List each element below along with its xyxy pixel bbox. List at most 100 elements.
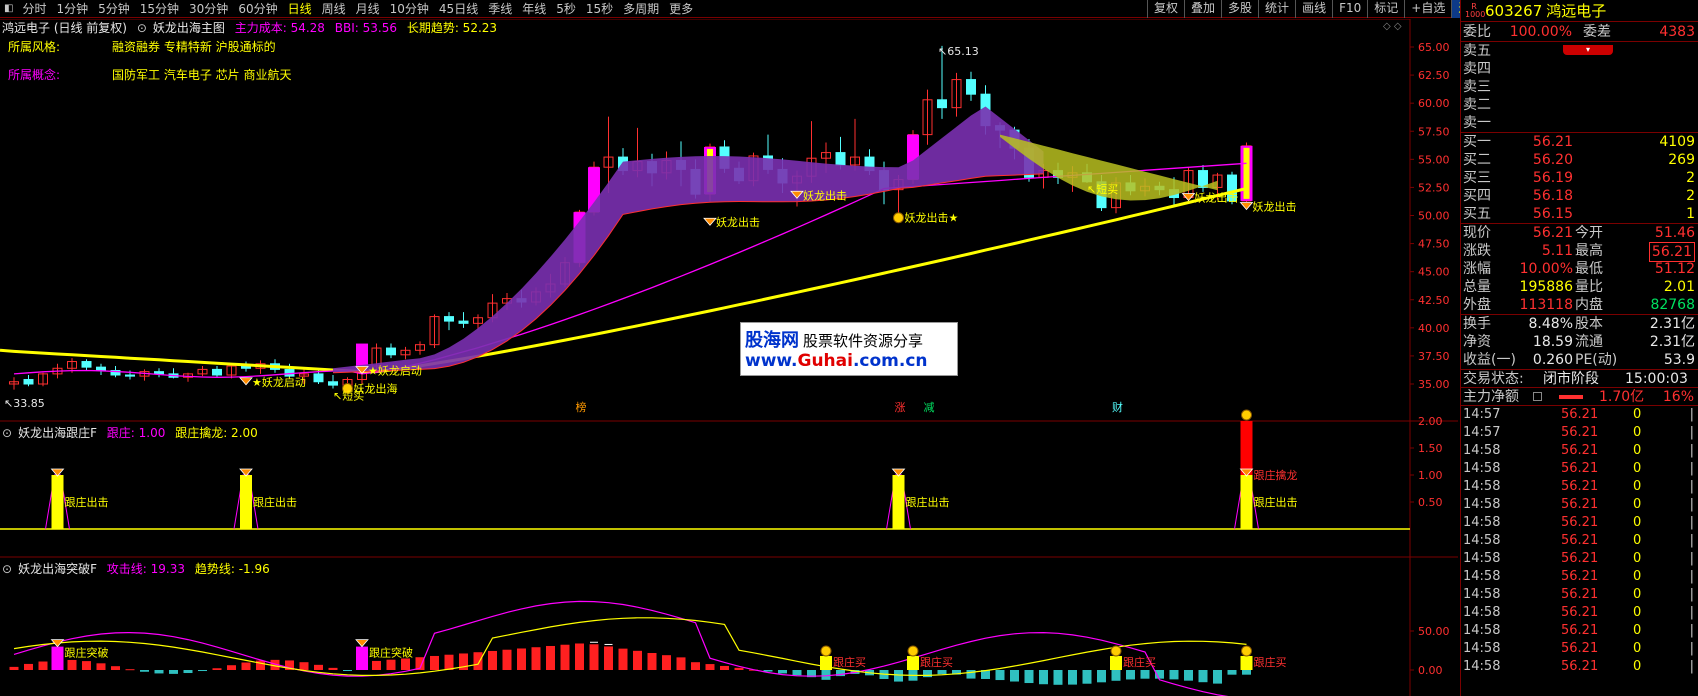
- stat-label: 最低: [1575, 261, 1603, 277]
- toolbar-button[interactable]: +自选: [1404, 0, 1451, 18]
- period-tab[interactable]: 1分钟: [51, 0, 93, 17]
- signal-candle-core: [1243, 147, 1250, 199]
- stat-value: 10.00%: [1519, 261, 1573, 277]
- period-tab[interactable]: 10分钟: [385, 0, 434, 17]
- panel3-name[interactable]: 妖龙出海突破F: [18, 562, 97, 576]
- candle-body: [458, 320, 469, 324]
- candle-body: [444, 316, 454, 322]
- tick-list[interactable]: 14:57 56.21 0 | 14:57 56.21 0 | 14:58 56.21 0 | 14:5…: [1461, 406, 1698, 676]
- panel3-l1: 攻击线: 19.33: [106, 562, 186, 576]
- order-row: 买五 56.15 1: [1461, 205, 1698, 223]
- toolbar-button[interactable]: 统计: [1258, 0, 1295, 18]
- tick-time: 14:58: [1463, 587, 1501, 602]
- order-price: 56.21: [1532, 134, 1573, 150]
- main-net-label: 主力净额: [1463, 389, 1519, 405]
- period-tab[interactable]: 更多: [664, 0, 698, 17]
- stock-name: 鸿远电子: [1546, 2, 1607, 20]
- y-tick-label: 42.50: [1418, 294, 1450, 307]
- order-label: 卖四: [1463, 61, 1491, 77]
- panel3-label: 跟庄买: [833, 655, 866, 669]
- panel3-bar: [792, 670, 802, 676]
- tick-price: 56.21: [1561, 659, 1599, 674]
- panel2-money-bag-icon: [1241, 409, 1252, 421]
- toolbar-button[interactable]: 叠加: [1184, 0, 1221, 18]
- main-net-toggle-icon[interactable]: [1533, 392, 1542, 401]
- period-tab[interactable]: 年线: [517, 0, 551, 17]
- tick-price: 56.21: [1561, 479, 1599, 494]
- tick-volume: 0: [1633, 623, 1642, 638]
- panel2-bar: [1240, 475, 1253, 529]
- panel3-bar: [937, 670, 947, 675]
- stat-value: 18.59: [1532, 334, 1573, 350]
- stock-title: 鸿远电子 (日线 前复权): [2, 21, 127, 35]
- panel3-bar: [1010, 670, 1019, 682]
- tick-row: 14:57 56.21 0 |: [1461, 424, 1698, 442]
- panel3-signal-bar: [1240, 655, 1253, 670]
- panel3-toggle-icon[interactable]: ⊙: [2, 562, 12, 576]
- panel3-bar: [966, 670, 976, 679]
- y-tick-label: 1.50: [1418, 442, 1443, 455]
- toolbar-button[interactable]: 复权: [1147, 0, 1184, 18]
- period-tab[interactable]: 15秒: [581, 0, 618, 17]
- watermark-url-b: Guhai: [797, 351, 853, 371]
- tick-volume: 0: [1633, 515, 1642, 530]
- candle-body: [125, 374, 135, 377]
- kline-chart-svg[interactable]: 65.00 62.50 60.00 57.50 55.00 52.50 50.00 47.50…: [0, 19, 1458, 696]
- ratio-label: 委比: [1463, 24, 1491, 40]
- period-tab[interactable]: 月线: [351, 0, 385, 17]
- toolbar-button[interactable]: 多股: [1221, 0, 1258, 18]
- period-tab[interactable]: 分时: [17, 0, 51, 17]
- panel2-toggle-icon[interactable]: ⊙: [2, 426, 12, 440]
- order-volume: 4109: [1659, 134, 1695, 150]
- period-tab[interactable]: 多周期: [618, 0, 664, 17]
- stat-value: 56.21: [1648, 242, 1695, 262]
- panel3-bar: [111, 666, 120, 670]
- toolbar-button[interactable]: 画线: [1295, 0, 1332, 18]
- tick-flag: |: [1689, 443, 1694, 458]
- period-tab[interactable]: 45日线: [434, 0, 483, 17]
- period-tab[interactable]: 30分钟: [184, 0, 233, 17]
- tick-volume: 0: [1633, 551, 1642, 566]
- panel2-name[interactable]: 妖龙出海跟庄F: [18, 426, 97, 440]
- tick-row: 14:57 56.21 0 |: [1461, 406, 1698, 424]
- indicator-toggle-icon[interactable]: ⊙: [137, 21, 147, 35]
- signal-diamond-icon: [239, 377, 253, 386]
- panel3-bar: [444, 654, 454, 670]
- signal-candle: [356, 343, 368, 367]
- signal-label: ↖短买: [1087, 182, 1118, 196]
- event-marker: 减: [924, 401, 935, 414]
- panel3-bar: [662, 655, 671, 670]
- order-row: 买一 56.21 4109: [1461, 133, 1698, 151]
- toolbar-button[interactable]: F10: [1332, 0, 1367, 18]
- panel3-bar: [517, 648, 526, 670]
- period-tab[interactable]: 15分钟: [135, 0, 184, 17]
- panel2-l2: 跟庄擒龙: 2.00: [175, 426, 258, 440]
- signal-label: 妖龙出击: [716, 215, 760, 229]
- y-tick-label: 50.00: [1418, 625, 1450, 638]
- period-tab[interactable]: 60分钟: [233, 0, 282, 17]
- period-tab[interactable]: 周线: [317, 0, 351, 17]
- toolbar-menu-icon[interactable]: ◧: [0, 3, 17, 14]
- concept-label: 所属概念:: [8, 68, 61, 82]
- period-tab[interactable]: 季线: [483, 0, 517, 17]
- panel3-signal-bar: [356, 646, 368, 670]
- quote-panel: R 1000 603267 鸿远电子 委比 100.00% 委差 4383 ▾ …: [1460, 0, 1698, 696]
- panel3-bar: [1068, 670, 1077, 685]
- quote-stats: 现价 56.21 今开 51.46 涨跌 5.11 最高 56.21 涨幅 10.00% 最低 51.…: [1461, 224, 1698, 315]
- collapse-icon[interactable]: ◇ ◇: [1383, 21, 1402, 32]
- toolbar-button[interactable]: 标记: [1367, 0, 1404, 18]
- indicator-name[interactable]: 妖龙出海主图: [153, 21, 225, 35]
- cost-label: 主力成本: 54.28: [234, 21, 325, 35]
- panel3-bar: [1039, 670, 1048, 685]
- period-tab[interactable]: 5分钟: [93, 0, 135, 17]
- buy-orders: 买一 56.21 4109 买二 56.20 269 买三 56.19 2 买四 56.18 2 买五 5…: [1461, 133, 1698, 224]
- panel3-bar: [894, 670, 903, 682]
- panel3-signal-bar: [51, 646, 64, 670]
- period-tab[interactable]: 5秒: [551, 0, 581, 17]
- panel2-label: 跟庄出击: [253, 495, 297, 509]
- period-tab[interactable]: 日线: [283, 0, 317, 17]
- event-marker: 涨: [895, 401, 906, 414]
- stat-label: 外盘: [1463, 297, 1491, 313]
- high-mark: ↖65.13: [938, 45, 979, 58]
- diff-label: 委差: [1583, 24, 1611, 40]
